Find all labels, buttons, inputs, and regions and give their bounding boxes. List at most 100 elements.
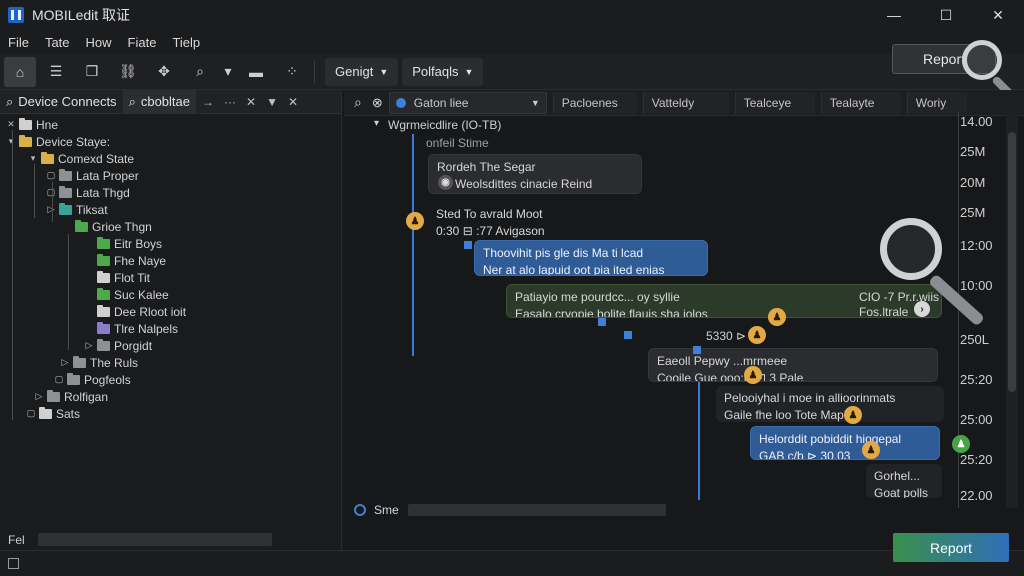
tree-toggle-icon[interactable]: ▷ (34, 391, 44, 402)
tree-node-label: Flot Tit (114, 270, 151, 285)
tree-node[interactable]: ▷ The Ruls (60, 354, 138, 371)
filter-dropdown[interactable]: Gaton liee ▼ (388, 91, 547, 114)
tree-node-label: Pogfeols (84, 372, 131, 387)
tree-node[interactable]: ▢ Lata Proper (46, 167, 139, 184)
tree-node[interactable]: Tlre Nalpels (84, 320, 178, 337)
left-panel: ⌕ Device Connects ⌕ cbobltae → ··· ✕ ▼ ✕ ✕… (0, 89, 342, 550)
list-button[interactable]: ☰ (40, 57, 72, 87)
timeline-time-label: 25:20 (960, 452, 993, 467)
polfaqls-dropdown[interactable]: Polfaqls ▼ (402, 57, 484, 86)
tree-node[interactable]: Flot Tit (84, 269, 150, 286)
menu-fiate[interactable]: Fiate (120, 35, 165, 50)
column-header[interactable]: Vatteldy (642, 91, 729, 114)
minimize-button[interactable]: — (868, 0, 920, 30)
tree-node[interactable]: ▷ Rolfigan (34, 388, 108, 405)
status-bar (0, 550, 1024, 576)
tab-device-connects[interactable]: ⌕ Device Connects (0, 90, 123, 114)
tree-toggle-icon[interactable]: ▾ (28, 153, 38, 164)
message-bubble[interactable]: Pelooiyhal i moe in allioorinmats Gaile … (716, 386, 944, 422)
message-line-2: Cooile Gue ooo:iL ⊡ 3 Pale (657, 371, 804, 382)
layers-button[interactable]: ❒ (76, 57, 108, 87)
tree-guide-line (68, 234, 69, 350)
left-horizontal-scrollbar[interactable] (38, 533, 272, 546)
panel-button[interactable]: ▬ (240, 57, 272, 87)
tree-guide-line (52, 182, 53, 222)
message-bubble[interactable]: Gorhel... Goat polls (866, 464, 942, 498)
search-icon[interactable]: ⌕ (354, 94, 362, 111)
tree-node[interactable]: ✕ Hne (6, 116, 58, 133)
puzzle-button[interactable]: ⁘ (276, 57, 308, 87)
tree-node[interactable]: ▢ Sats (26, 405, 80, 422)
menu-how[interactable]: How (78, 35, 120, 50)
message-line-2: 0:30 ⊟ :77 Avigason (436, 224, 545, 238)
tree-toggle-icon[interactable]: ▷ (60, 357, 70, 368)
tree-toggle-icon[interactable]: ▢ (26, 408, 36, 419)
arrow-right-icon[interactable]: → (202, 95, 214, 109)
polfaqls-dropdown-label: Polfaqls (412, 64, 459, 79)
tree-node-label: Tiksat (76, 202, 108, 217)
tree-toggle-icon[interactable]: ▾ (6, 136, 16, 147)
folder-icon (39, 406, 52, 419)
tree-node[interactable]: ▾ Comexd State (28, 150, 134, 167)
more-icon[interactable]: ··· (224, 95, 236, 109)
report-button[interactable]: Report (893, 533, 1009, 562)
filter-icon[interactable]: ▼ (266, 95, 278, 109)
collapse-group-icon[interactable]: ▾ (374, 118, 379, 129)
tree-node-label: Lata Thgd (76, 185, 130, 200)
tree-toggle-icon[interactable]: ▢ (54, 374, 64, 385)
tree-node[interactable]: ▷ Tiksat (46, 201, 108, 218)
column-header[interactable]: Tealayte (820, 91, 901, 114)
close-icon[interactable]: ✕ (288, 95, 298, 109)
message-bubble[interactable]: Eaeoll Pepwy ...mrmeee Cooile Gue ooo:iL… (648, 348, 938, 382)
tree-node[interactable]: ▢ Lata Thgd (46, 184, 130, 201)
tree-node[interactable]: Grioe Thgn (62, 218, 152, 235)
tree-node[interactable]: ▾ Device Staye: (6, 133, 110, 150)
timeline-horizontal-scrollbar[interactable] (408, 504, 666, 516)
record-icon (354, 504, 366, 516)
chevron-right-icon[interactable]: › (914, 301, 930, 317)
tree-node[interactable]: ▷ Porgidt (84, 337, 152, 354)
link-button[interactable]: ⛓ (112, 57, 144, 87)
genigt-dropdown[interactable]: Genigt ▼ (325, 57, 399, 86)
message-bubble[interactable]: Helorddit pobiddit hiogepal GAB c/b ⊳ 30… (750, 426, 940, 460)
column-header[interactable]: Woriy (906, 91, 967, 114)
message-bubble[interactable]: Thoovihit pis gle dis Ma ti lcad Ner at … (474, 240, 708, 276)
close-button[interactable]: ✕ (972, 0, 1024, 30)
chevron-down-icon: ▾ (224, 63, 232, 79)
blue-dot-icon (395, 97, 406, 108)
tree-node[interactable]: Suc Kalee (84, 286, 169, 303)
menu-help[interactable]: Tielp (164, 35, 208, 50)
puzzle-icon: ⁘ (286, 63, 298, 79)
close-icon[interactable]: ✕ (246, 95, 256, 109)
tree-node[interactable]: Fhe Naye (84, 252, 166, 269)
column-header[interactable]: Tealceye (734, 91, 815, 114)
menu-tate[interactable]: Tate (37, 35, 78, 50)
tree-toggle-icon[interactable]: ▢ (46, 170, 56, 181)
tree-toggle-icon[interactable]: ✕ (6, 119, 16, 130)
tools-button[interactable]: ✥ (148, 57, 180, 87)
search-tool-button[interactable]: ⌕ (184, 57, 216, 87)
timeline-time-label: 25:00 (960, 412, 993, 427)
column-header[interactable]: Pacloenes (552, 91, 637, 114)
timeline-bottom-bar: Sme (344, 500, 956, 520)
tree-toggle-icon[interactable]: ▢ (46, 187, 56, 198)
filter-clear-icon[interactable]: ⊗ (372, 95, 383, 111)
tree-toggle-icon[interactable]: ▷ (46, 204, 56, 215)
tree-node[interactable]: ▢ Pogfeols (54, 371, 131, 388)
home-button[interactable]: ⌂ (4, 56, 36, 87)
menu-file[interactable]: File (0, 35, 37, 50)
vertical-scrollbar-thumb[interactable] (1008, 132, 1016, 392)
tab-cbobltae[interactable]: ⌕ cbobltae (122, 89, 196, 114)
left-panel-tabs: ⌕ Device Connects ⌕ cbobltae → ··· ✕ ▼ ✕ (0, 89, 341, 114)
chevron-down-icon: ▼ (464, 66, 474, 77)
message-bubble[interactable]: Patiayio me pourdcc... oy syllie Easalo … (506, 284, 942, 318)
message-bubble[interactable]: Rordeh The Segar Weolsdittes cinacie Rei… (428, 154, 642, 194)
search-dropdown-button[interactable]: ▾ (220, 57, 236, 87)
timeline-time-label: 22.00 (960, 488, 993, 503)
tree-node[interactable]: Dee Rloot ioit (84, 303, 186, 320)
tree-node[interactable]: Eitr Boys (84, 235, 162, 252)
tree-toggle-icon[interactable]: ▷ (84, 340, 94, 351)
message-bubble[interactable]: Sted To avrald Moot 0:30 ⊟ :77 Avigason (428, 202, 614, 240)
timeline-time-label: 25M (960, 144, 986, 159)
maximize-button[interactable]: ☐ (920, 0, 972, 30)
